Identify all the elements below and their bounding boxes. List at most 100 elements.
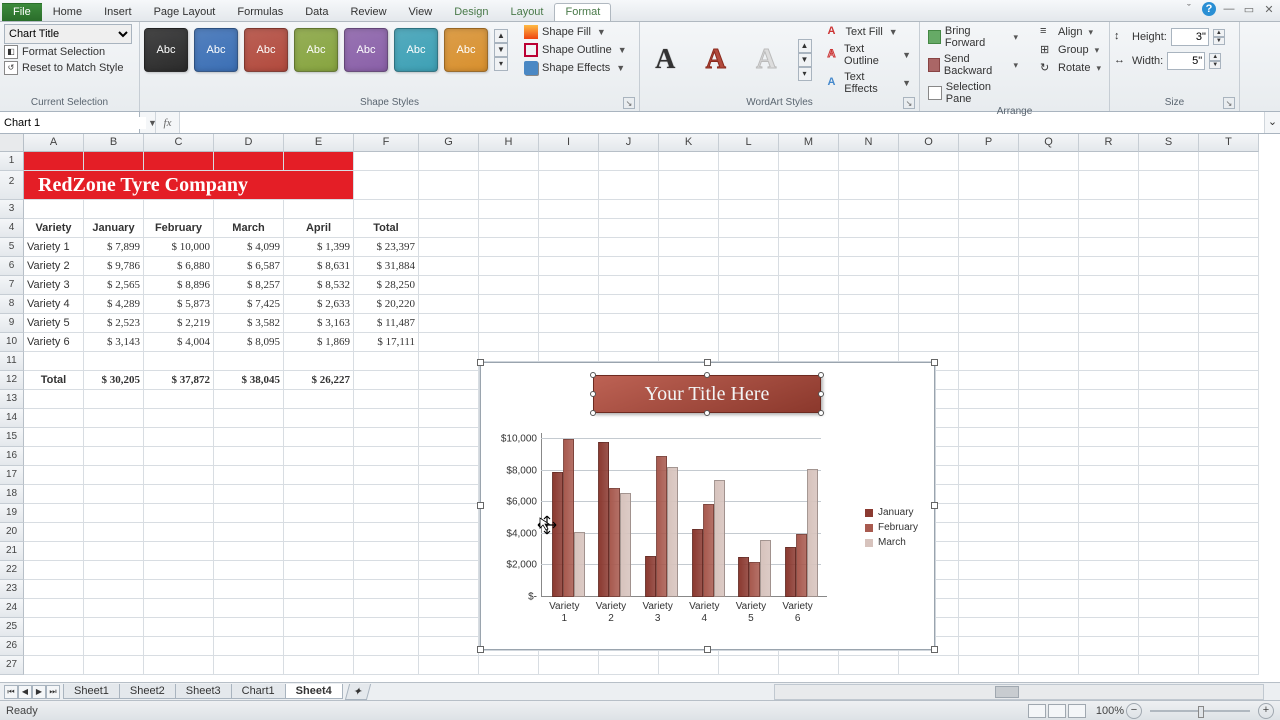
gallery-up-icon[interactable]: ▲ <box>494 29 508 43</box>
reset-style-button[interactable]: ↺Reset to Match Style <box>4 60 135 76</box>
row-header[interactable]: 9 <box>0 314 24 333</box>
col-header[interactable]: N <box>839 134 899 152</box>
row-header[interactable]: 11 <box>0 352 24 371</box>
view-layout-button[interactable] <box>1048 704 1066 718</box>
col-header[interactable]: J <box>599 134 659 152</box>
gallery-more-icon[interactable]: ▾ <box>798 67 812 81</box>
view-normal-button[interactable] <box>1028 704 1046 718</box>
height-field[interactable]: ↕Height: ▲▼ <box>1114 28 1235 46</box>
view-pagebreak-button[interactable] <box>1068 704 1086 718</box>
chart-title[interactable]: Your Title Here <box>593 375 821 413</box>
col-header[interactable]: G <box>419 134 479 152</box>
col-header[interactable]: F <box>354 134 419 152</box>
sheet-tab[interactable]: Sheet4 <box>285 684 343 699</box>
tab-design[interactable]: Design <box>443 3 499 21</box>
row-header[interactable]: 3 <box>0 200 24 219</box>
col-header[interactable]: D <box>214 134 284 152</box>
shape-style-swatch-4[interactable]: Abc <box>344 28 388 72</box>
col-header[interactable]: B <box>84 134 144 152</box>
row-header[interactable]: 27 <box>0 656 24 675</box>
row-header[interactable]: 18 <box>0 485 24 504</box>
bring-forward-button[interactable]: Bring Forward▾ <box>924 24 1022 50</box>
spin-down-icon[interactable]: ▼ <box>1209 61 1221 69</box>
select-all-corner[interactable] <box>0 134 24 152</box>
row-headers[interactable]: 1234567891011121314151617181920212223242… <box>0 152 24 675</box>
text-effects-button[interactable]: AText Effects▼ <box>824 70 915 96</box>
width-field[interactable]: ↔Width: ▲▼ <box>1114 52 1235 70</box>
tab-formulas[interactable]: Formulas <box>226 3 294 21</box>
column-headers[interactable]: ABCDEFGHIJKLMNOPQRST <box>24 134 1259 152</box>
shape-outline-button[interactable]: Shape Outline▼ <box>520 42 631 58</box>
spin-up-icon[interactable]: ▲ <box>1213 29 1225 37</box>
row-header[interactable]: 8 <box>0 295 24 314</box>
sheet-tab[interactable]: Sheet2 <box>119 684 176 699</box>
row-header[interactable]: 13 <box>0 390 24 409</box>
new-sheet-button[interactable]: ✦ <box>345 684 371 700</box>
namebox-input[interactable] <box>4 117 146 129</box>
row-header[interactable]: 5 <box>0 238 24 257</box>
rotate-button[interactable]: ↻Rotate▾ <box>1036 60 1105 76</box>
col-header[interactable]: A <box>24 134 84 152</box>
height-input[interactable] <box>1171 28 1209 46</box>
tab-insert[interactable]: Insert <box>93 3 143 21</box>
gallery-more-icon[interactable]: ▾ <box>494 57 508 71</box>
tab-format[interactable]: Format <box>554 3 611 21</box>
col-header[interactable]: M <box>779 134 839 152</box>
shape-fill-button[interactable]: Shape Fill▼ <box>520 24 631 40</box>
sheet-last-icon[interactable]: ⏭ <box>46 685 60 699</box>
horizontal-scrollbar[interactable] <box>774 684 1264 700</box>
minimize-icon[interactable]: — <box>1222 2 1236 16</box>
text-fill-button[interactable]: AText Fill▼ <box>824 24 915 40</box>
launcher-icon[interactable]: ↘ <box>1223 97 1235 109</box>
col-header[interactable]: R <box>1079 134 1139 152</box>
gallery-down-icon[interactable]: ▼ <box>798 53 812 67</box>
tab-review[interactable]: Review <box>339 3 397 21</box>
group-button[interactable]: ⊞Group▾ <box>1036 42 1105 58</box>
gallery-up-icon[interactable]: ▲ <box>798 39 812 53</box>
align-button[interactable]: ≡Align▾ <box>1036 24 1105 40</box>
row-header[interactable]: 26 <box>0 637 24 656</box>
row-header[interactable]: 6 <box>0 257 24 276</box>
formula-expand-icon[interactable]: ⌄ <box>1264 112 1280 133</box>
shape-style-swatch-6[interactable]: Abc <box>444 28 488 72</box>
wordart-style-1[interactable]: A <box>644 37 687 83</box>
zoom-in-button[interactable]: + <box>1258 703 1274 719</box>
shape-style-swatch-2[interactable]: Abc <box>244 28 288 72</box>
zoom-out-button[interactable]: − <box>1126 703 1142 719</box>
row-header[interactable]: 22 <box>0 561 24 580</box>
wordart-style-3[interactable]: A <box>745 37 788 83</box>
row-header[interactable]: 7 <box>0 276 24 295</box>
sheet-next-icon[interactable]: ▶ <box>32 685 46 699</box>
send-backward-button[interactable]: Send Backward▾ <box>924 52 1022 78</box>
tab-home[interactable]: Home <box>42 3 93 21</box>
tab-data[interactable]: Data <box>294 3 339 21</box>
row-header[interactable]: 25 <box>0 618 24 637</box>
launcher-icon[interactable]: ↘ <box>623 97 635 109</box>
col-header[interactable]: P <box>959 134 1019 152</box>
row-header[interactable]: 15 <box>0 428 24 447</box>
zoom-slider[interactable] <box>1150 704 1250 718</box>
chart-object[interactable]: Your Title Here $-$2,000$4,000$6,000$8,0… <box>480 362 935 650</box>
selection-pane-button[interactable]: Selection Pane <box>924 80 1022 106</box>
row-header[interactable]: 24 <box>0 599 24 618</box>
close-icon[interactable]: ✕ <box>1262 2 1276 16</box>
col-header[interactable]: O <box>899 134 959 152</box>
restore-icon[interactable]: ▭ <box>1242 2 1256 16</box>
col-header[interactable]: E <box>284 134 354 152</box>
gallery-down-icon[interactable]: ▼ <box>494 43 508 57</box>
shape-effects-button[interactable]: Shape Effects▼ <box>520 60 631 76</box>
shape-style-swatch-3[interactable]: Abc <box>294 28 338 72</box>
row-header[interactable]: 4 <box>0 219 24 238</box>
launcher-icon[interactable]: ↘ <box>903 97 915 109</box>
col-header[interactable]: K <box>659 134 719 152</box>
row-header[interactable]: 10 <box>0 333 24 352</box>
spreadsheet-grid[interactable]: ABCDEFGHIJKLMNOPQRST 1234567891011121314… <box>0 134 1280 684</box>
row-header[interactable]: 14 <box>0 409 24 428</box>
row-header[interactable]: 16 <box>0 447 24 466</box>
col-header[interactable]: Q <box>1019 134 1079 152</box>
tab-layout[interactable]: Layout <box>499 3 554 21</box>
shape-style-swatch-0[interactable]: Abc <box>144 28 188 72</box>
row-header[interactable]: 12 <box>0 371 24 390</box>
row-header[interactable]: 2 <box>0 171 24 200</box>
row-header[interactable]: 20 <box>0 523 24 542</box>
